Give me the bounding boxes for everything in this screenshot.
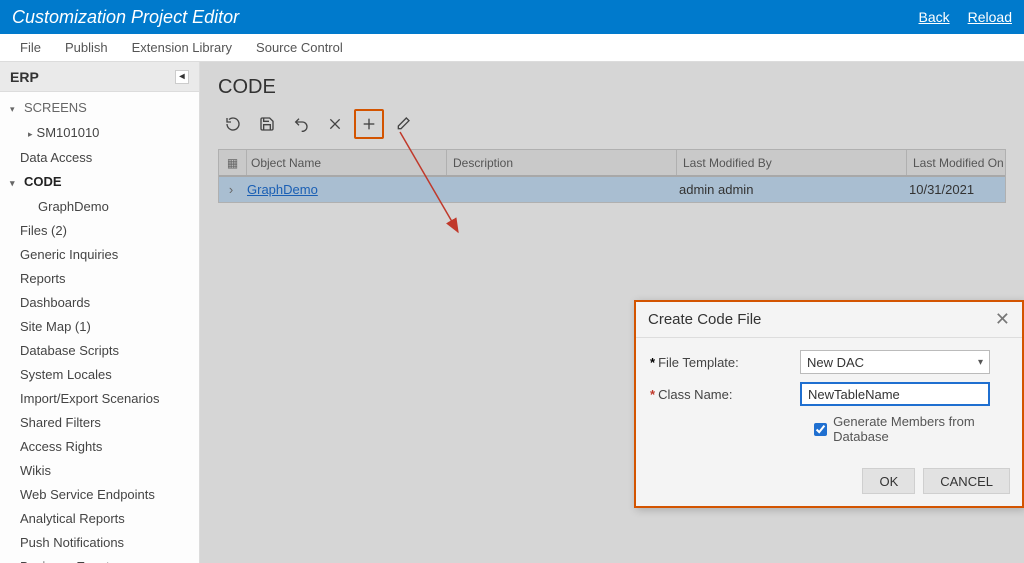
table-row[interactable]: › GraphDemo admin admin 10/31/2021 [219,176,1005,202]
sidebar-item-screens[interactable]: SCREENS [4,96,199,121]
add-button[interactable] [354,109,384,139]
menu-file[interactable]: File [8,34,53,61]
dialog-title: Create Code File [648,311,761,328]
cancel-button[interactable]: CANCEL [923,468,1010,494]
dialog-close-button[interactable]: ✕ [995,309,1010,330]
row-last-modified-by: admin admin [673,182,903,197]
menu-extension-library[interactable]: Extension Library [120,34,244,61]
save-button[interactable] [252,109,282,139]
grid: ▦ Object Name Description Last Modified … [218,149,1006,203]
generate-members-checkbox[interactable] [814,422,827,437]
sidebar-item-code[interactable]: CODE [4,170,199,195]
plus-icon [361,116,377,132]
column-selector-icon[interactable]: ▦ [219,150,247,175]
sidebar-item-files-2[interactable]: Files (2) [4,219,199,243]
file-template-label: *File Template: [650,355,800,370]
delete-button[interactable] [320,109,350,139]
refresh-button[interactable] [218,109,248,139]
row-object-name-link[interactable]: GraphDemo [247,182,318,197]
sidebar-item-business-events[interactable]: Business Events [4,555,199,563]
sidebar-item-web-service-endpoints[interactable]: Web Service Endpoints [4,483,199,507]
generate-members-label: Generate Members from Database [833,414,1008,444]
menu-publish[interactable]: Publish [53,34,120,61]
class-name-label: *Class Name: [650,387,800,402]
content-area: CODE ▦ Object Name [200,62,1024,563]
sidebar-item-database-scripts[interactable]: Database Scripts [4,339,199,363]
sidebar-body[interactable]: SCREENSSM101010Data AccessCODEGraphDemoF… [0,92,199,563]
sidebar-item-shared-filters[interactable]: Shared Filters [4,411,199,435]
sidebar-item-push-notifications[interactable]: Push Notifications [4,531,199,555]
menu-source-control[interactable]: Source Control [244,34,355,61]
sidebar-item-dashboards[interactable]: Dashboards [4,291,199,315]
undo-button[interactable] [286,109,316,139]
content-heading: CODE [218,76,1006,99]
create-code-file-dialog: Create Code File ✕ *File Template: New D… [634,300,1024,508]
undo-icon [293,116,309,132]
edit-button[interactable] [388,109,418,139]
ok-button[interactable]: OK [862,468,915,494]
file-template-value: New DAC [807,355,864,370]
sidebar-item-analytical-reports[interactable]: Analytical Reports [4,507,199,531]
sidebar-header: ERP ◂ [0,62,199,92]
sidebar-title: ERP [10,69,39,85]
class-name-input[interactable] [800,382,990,406]
sidebar-item-wikis[interactable]: Wikis [4,459,199,483]
column-last-modified-on[interactable]: Last Modified On [907,150,1005,175]
menu-bar: File Publish Extension Library Source Co… [0,34,1024,62]
column-description[interactable]: Description [447,150,677,175]
sidebar: ERP ◂ SCREENSSM101010Data AccessCODEGrap… [0,62,200,563]
sidebar-item-generic-inquiries[interactable]: Generic Inquiries [4,243,199,267]
grid-header: ▦ Object Name Description Last Modified … [219,150,1005,176]
save-icon [259,116,275,132]
sidebar-item-data-access[interactable]: Data Access [4,146,199,170]
sidebar-item-access-rights[interactable]: Access Rights [4,435,199,459]
sidebar-item-import-export-scenarios[interactable]: Import/Export Scenarios [4,387,199,411]
sidebar-item-reports[interactable]: Reports [4,267,199,291]
reload-link[interactable]: Reload [968,9,1012,25]
sidebar-item-system-locales[interactable]: System Locales [4,363,199,387]
pencil-icon [395,116,411,132]
sidebar-item-graphdemo[interactable]: GraphDemo [4,195,199,219]
chevron-down-icon: ▾ [978,357,983,368]
close-icon [327,116,343,132]
sidebar-item-site-map-1[interactable]: Site Map (1) [4,315,199,339]
column-last-modified-by[interactable]: Last Modified By [677,150,907,175]
refresh-icon [225,116,241,132]
sidebar-collapse-button[interactable]: ◂ [175,70,189,84]
file-template-select[interactable]: New DAC ▾ [800,350,990,374]
expand-row-icon[interactable]: › [219,182,243,197]
toolbar [218,109,1006,139]
back-link[interactable]: Back [919,9,950,25]
row-last-modified-on: 10/31/2021 [903,182,1005,197]
page-title: Customization Project Editor [12,7,919,28]
column-object-name[interactable]: Object Name [247,150,447,175]
sidebar-item-sm101010[interactable]: SM101010 [4,121,199,146]
title-bar: Customization Project Editor Back Reload [0,0,1024,34]
dialog-header: Create Code File ✕ [636,302,1022,338]
